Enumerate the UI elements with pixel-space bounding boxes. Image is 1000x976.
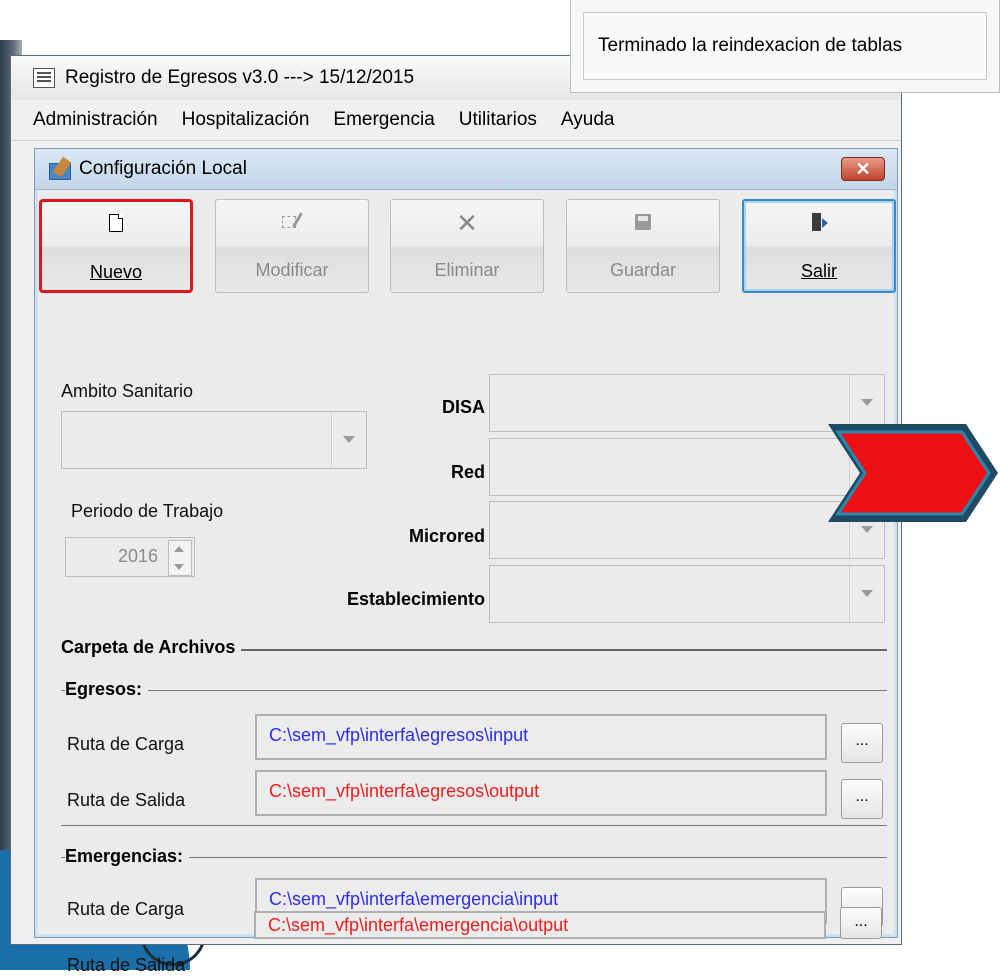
salir-label: Salir [800,261,837,281]
egresos-salida-label: Ruta de Salida [67,790,186,810]
guardar-button[interactable]: Guardar [566,199,720,293]
eliminar-label: Eliminar [434,260,500,280]
status-message: Terminado la reindexacion de tablas [583,12,987,80]
menu-administracion[interactable]: Administración [33,109,158,131]
close-button[interactable]: ✕ [841,157,885,181]
delete-icon: ✕ [456,208,478,238]
menu-emergencia[interactable]: Emergencia [333,109,434,131]
ambito-label: Ambito Sanitario [61,381,194,401]
configuracion-local-dialog: Configuración Local ✕ Nuevo Modificar ✕ … [34,148,898,975]
chevron-down-icon [849,566,884,622]
egresos-carga-path[interactable]: C:\sem_vfp\interfa\egresos\input [255,714,827,760]
microred-label: Microred [408,526,485,546]
save-icon [623,208,663,252]
dialog-title: Configuración Local [79,158,247,179]
config-tools-icon [49,158,71,180]
chevron-down-icon [331,412,366,468]
egresos-carga-label: Ruta de Carga [67,734,185,754]
egresos-salida-browse-button[interactable]: ... [841,779,883,819]
modificar-button[interactable]: Modificar [215,199,369,293]
main-window: Registro de Egresos v3.0 ---> 15/12/2015… [10,55,902,975]
egresos-title: Egresos: [65,679,149,700]
new-document-icon [96,210,136,254]
egresos-carga-browse-button[interactable]: ... [841,723,883,763]
emergencias-salida-path[interactable]: C:\sem_vfp\interfa\emergencia\output [254,911,826,939]
establecimiento-label: Establecimiento [346,589,485,609]
nuevo-button[interactable]: Nuevo [39,199,193,293]
menu-bar: Administración Hospitalización Emergenci… [11,100,901,141]
exit-door-icon [799,209,839,253]
periodo-label: Periodo de Trabajo [71,501,224,521]
window-title: Registro de Egresos v3.0 ---> 15/12/2015 [65,67,415,88]
salir-button[interactable]: Salir [742,199,896,293]
emergencias-salida-label: Ruta de Salida [67,955,186,975]
egresos-bottom-divider [61,825,887,826]
edit-icon [272,208,312,252]
guardar-label: Guardar [609,260,677,280]
modificar-label: Modificar [255,260,329,280]
nuevo-label: Nuevo [89,262,143,282]
disa-label: DISA [441,397,485,417]
spinner-buttons[interactable] [168,540,192,576]
red-arrow-annotation [828,424,998,522]
establecimiento-select[interactable] [489,565,885,623]
egresos-divider [61,690,887,691]
eliminar-button[interactable]: ✕ Eliminar [390,199,544,293]
emergencias-title: Emergencias: [65,846,190,867]
carpeta-title: Carpeta de Archivos [61,637,242,658]
emergencias-salida-browse-button[interactable]: ... [840,907,882,939]
dialog-titlebar: Configuración Local [35,149,897,190]
emergencias-carga-label: Ruta de Carga [67,899,185,919]
ambito-select[interactable] [61,411,367,469]
app-icon [33,68,55,88]
menu-ayuda[interactable]: Ayuda [561,109,615,131]
egresos-salida-path[interactable]: C:\sem_vfp\interfa\egresos\output [255,770,827,816]
menu-hospitalizacion[interactable]: Hospitalización [182,109,310,131]
status-popup: Terminado la reindexacion de tablas [570,0,1000,93]
spinner-down-icon [174,564,184,570]
periodo-spinner[interactable]: 2016 [65,537,195,577]
close-icon: ✕ [855,158,871,179]
spinner-up-icon [174,546,184,552]
menu-utilitarios[interactable]: Utilitarios [459,109,537,131]
periodo-value: 2016 [117,546,158,566]
red-label: Red [450,462,485,482]
